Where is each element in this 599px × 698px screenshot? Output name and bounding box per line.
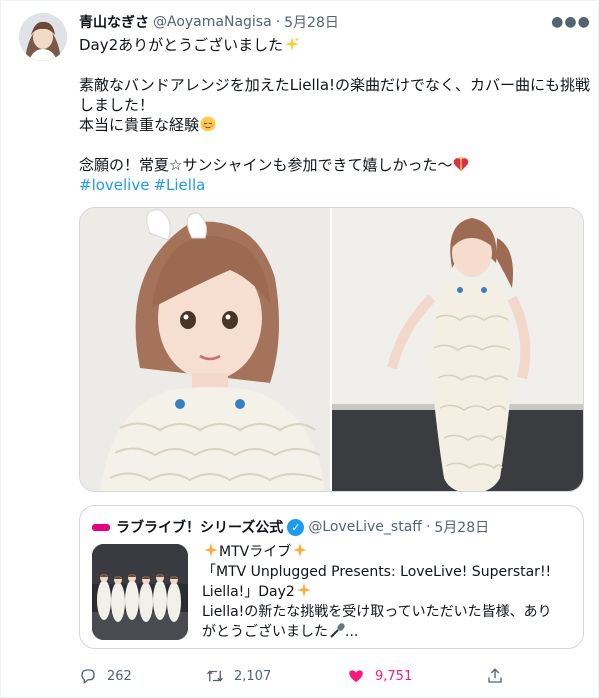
quoted-line-1: MTVライブ [219,544,292,560]
like-count: 9,751 [375,668,413,684]
hashtag-liella[interactable]: #Liella [153,176,205,194]
dizzy-icon [292,542,308,558]
sparkles-icon [284,36,300,52]
separator-dot: · [275,14,281,30]
quoted-tweet[interactable]: ラブライブ！シリーズ公式 ✓ @LoveLive_staff · 5月28日 M… [79,505,584,649]
quoted-line-2: 「MTV Unplugged Presents: LoveLive! Super… [202,564,552,580]
tweet-actions: 262 2,107 9,751 [79,665,519,687]
quoted-line: Liella!」Day2 [202,582,577,602]
tweet-line: 念願の！常夏☆サンシャインも参加できて嬉しかった〜 [79,155,579,175]
photo-fullbody[interactable] [332,208,583,491]
dizzy-icon [296,582,312,598]
dizzy-icon [203,542,219,558]
quoted-line-4: Liella!の新たな挑戦を受け取っていただいた皆様、あり [202,604,552,620]
quoted-display-name[interactable]: ラブライブ！シリーズ公式 [116,517,283,537]
display-name[interactable]: 青山なぎさ [79,12,149,32]
tweet-line-5: 念願の！常夏☆サンシャインも参加できて嬉しかった〜 [79,156,453,174]
media-grid [79,207,584,492]
quoted-handle[interactable]: @LoveLive_staff [308,519,422,535]
lovelive-logo-icon [92,523,110,531]
like-button[interactable]: 9,751 [347,665,412,687]
tweet-line-2: 素敵なバンドアレンジを加えたLiella!の楽曲だけでなく、カバー曲にも挑戦 [79,76,591,94]
microphone-icon [329,622,345,638]
tweet-line-1: Day2ありがとうございました [79,36,284,54]
more-horizontal-icon[interactable]: ●●● [551,11,590,33]
avatar[interactable] [19,13,67,61]
share-icon [488,668,502,683]
quoted-tweet-header: ラブライブ！シリーズ公式 ✓ @LoveLive_staff · 5月28日 [92,517,571,537]
quoted-ellipsis: ... [345,624,359,640]
quoted-line-3: Liella!」Day2 [202,584,295,600]
quoted-text: MTVライブ 「MTV Unplugged Presents: LoveLive… [202,542,577,642]
verified-badge-icon: ✓ [287,518,305,536]
tweet-date[interactable]: 5月28日 [284,12,339,32]
tweet-line: Day2ありがとうございました [79,35,579,55]
tweet-line-3: しました！ [79,96,155,114]
tweet-text: Day2ありがとうございました 素敵なバンドアレンジを加えたLiella!の楽曲… [79,35,591,195]
separator-dot: · [425,519,431,535]
retweet-icon [207,670,223,682]
quoted-line: がとうございました... [202,622,577,642]
photo-closeup[interactable] [80,208,330,491]
tweet-header: 青山なぎさ @AoyamaNagisa · 5月28日 [79,11,568,33]
quoted-line: MTVライブ [202,542,577,562]
relieved-face-icon [200,116,216,132]
retweet-count: 2,107 [234,668,272,684]
reply-button[interactable]: 262 [79,665,132,687]
tweet-line-4: 本当に貴重な経験 [79,116,200,134]
share-button[interactable] [486,665,514,687]
retweet-button[interactable]: 2,107 [206,665,271,687]
quoted-line-5: がとうございました [202,624,328,640]
heart-gift-icon [453,156,469,172]
quoted-date[interactable]: 5月28日 [434,517,489,537]
reply-icon [81,669,95,685]
user-handle[interactable]: @AoyamaNagisa [153,14,272,30]
quoted-thumbnail[interactable] [92,544,188,640]
tweet-line: 本当に貴重な経験 [79,115,579,135]
tweet-card: 青山なぎさ @AoyamaNagisa · 5月28日 ●●● Day2ありがと… [0,0,599,698]
reply-count: 262 [107,668,132,684]
heart-icon [349,670,363,682]
hashtags: #lovelive #Liella [79,175,579,195]
hashtag-lovelive[interactable]: #lovelive [79,176,149,194]
